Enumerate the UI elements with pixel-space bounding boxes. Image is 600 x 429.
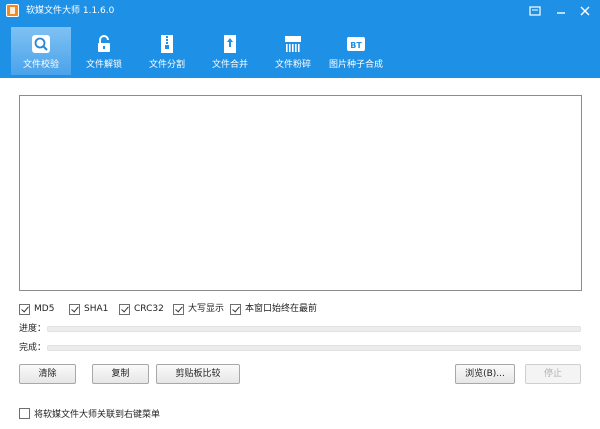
close-icon[interactable] — [576, 2, 594, 20]
context-menu-checkbox[interactable]: 将软媒文件大师关联到右键菜单 — [19, 407, 161, 420]
checkbox-box[interactable] — [173, 303, 184, 315]
minimize-icon[interactable] — [552, 2, 570, 20]
merge-file-icon — [219, 33, 241, 55]
unlock-icon — [93, 33, 115, 55]
tab-image-seed[interactable]: BT 图片种子合成 — [326, 27, 386, 75]
tab-label: 文件合并 — [211, 60, 248, 70]
always-on-top-checkbox[interactable]: 本窗口始终在最前 — [230, 303, 317, 315]
checkbox-box[interactable] — [19, 303, 30, 315]
bt-icon: BT — [345, 33, 367, 55]
menu-icon[interactable] — [526, 2, 544, 20]
checkbox-box[interactable] — [19, 407, 30, 419]
magnifier-icon — [30, 33, 52, 55]
tab-file-verify[interactable]: 文件校验 — [11, 27, 71, 75]
clear-button[interactable]: 清除 — [19, 364, 76, 384]
tab-label: 文件解锁 — [85, 60, 122, 70]
tab-label: 图片种子合成 — [328, 60, 383, 70]
tab-label: 文件分割 — [148, 60, 185, 70]
checkbox-box[interactable] — [119, 303, 130, 315]
completion-bar — [47, 345, 581, 351]
title-bar: 软媒文件大师 1.1.6.0 — [0, 0, 600, 22]
progress-bar — [47, 326, 581, 332]
tab-file-unlock[interactable]: 文件解锁 — [74, 27, 134, 75]
top-bar: 软媒文件大师 1.1.6.0 文件校验 文件解锁 文件分割 文件合并 文件粉碎 … — [0, 0, 600, 78]
window-title: 软媒文件大师 1.1.6.0 — [26, 6, 115, 16]
clipboard-compare-button[interactable]: 剪贴板比较 — [156, 364, 240, 384]
tab-label: 文件校验 — [22, 60, 59, 70]
sha1-checkbox[interactable]: SHA1 — [69, 303, 108, 315]
md5-checkbox[interactable]: MD5 — [19, 303, 54, 315]
checkbox-box[interactable] — [230, 303, 241, 315]
tab-label: 文件粉碎 — [274, 60, 311, 70]
checkbox-label: 大写显示 — [188, 304, 225, 314]
checkbox-label: SHA1 — [84, 304, 109, 314]
app-logo-icon — [6, 4, 19, 17]
uppercase-checkbox[interactable]: 大写显示 — [173, 303, 224, 315]
svg-text:BT: BT — [350, 41, 362, 50]
tab-file-merge[interactable]: 文件合并 — [200, 27, 260, 75]
checkbox-label: 将软媒文件大师关联到右键菜单 — [34, 409, 161, 420]
shredder-icon — [282, 33, 304, 55]
crc32-checkbox[interactable]: CRC32 — [119, 303, 164, 315]
progress-label: 进度： — [19, 324, 47, 334]
tab-file-split[interactable]: 文件分割 — [137, 27, 197, 75]
checkbox-label: CRC32 — [134, 304, 164, 314]
checkbox-box[interactable] — [69, 303, 80, 315]
split-file-icon — [156, 33, 178, 55]
completion-label: 完成： — [19, 343, 47, 353]
copy-button[interactable]: 复制 — [92, 364, 149, 384]
checkbox-label: 本窗口始终在最前 — [245, 304, 318, 314]
tab-file-shred[interactable]: 文件粉碎 — [263, 27, 323, 75]
stop-button[interactable]: 停止 — [525, 364, 581, 384]
browse-button[interactable]: 浏览(B)... — [455, 364, 515, 384]
checkbox-label: MD5 — [34, 304, 55, 314]
result-textarea[interactable] — [19, 95, 582, 291]
